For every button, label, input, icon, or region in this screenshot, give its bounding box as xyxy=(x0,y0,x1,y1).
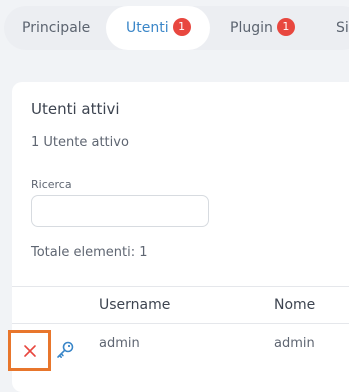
tab-principale[interactable]: Principale xyxy=(22,6,90,50)
tab-bar: Principale Utenti1 Plugin1 Sic xyxy=(4,6,349,50)
active-users-card: Utenti attivi 1 Utente attivo Ricerca To… xyxy=(8,82,349,392)
table-row: admin admin xyxy=(8,324,349,384)
search-input[interactable] xyxy=(31,195,209,227)
tab-utenti[interactable]: Utenti 1 xyxy=(106,6,210,50)
search-label: Ricerca xyxy=(31,178,72,191)
tab-label: Utenti xyxy=(126,20,169,36)
cell-nome: admin xyxy=(274,336,315,351)
tab-plugin[interactable]: Plugin 1 xyxy=(230,6,295,50)
tab-badge: 1 xyxy=(172,18,191,36)
card-title: Utenti attivi xyxy=(31,100,120,118)
close-icon xyxy=(23,344,36,357)
cell-username: admin xyxy=(99,336,140,351)
column-header-nome[interactable]: Nome xyxy=(274,297,315,313)
tab-label: Sic xyxy=(336,20,349,36)
tab-badge: 1 xyxy=(276,18,295,36)
delete-user-button[interactable] xyxy=(8,330,51,371)
key-icon[interactable] xyxy=(54,339,76,361)
table-header: Username Nome xyxy=(12,286,349,324)
column-header-username[interactable]: Username xyxy=(99,297,170,313)
tab-sicurezza[interactable]: Sic xyxy=(336,6,349,50)
tab-label: Principale xyxy=(22,20,91,36)
active-users-count: 1 Utente attivo xyxy=(31,135,129,150)
total-items: Totale elementi: 1 xyxy=(31,245,148,260)
tab-label: Plugin xyxy=(230,20,273,36)
